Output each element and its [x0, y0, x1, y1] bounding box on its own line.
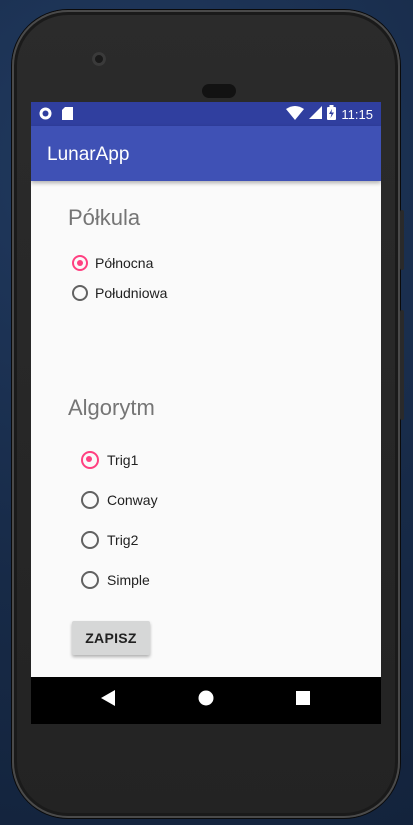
radio-trig1[interactable]: Trig1 [81, 451, 138, 469]
radio-label: Trig1 [107, 452, 139, 468]
radio-label: Północna [95, 255, 154, 271]
radio-label: Conway [107, 492, 158, 508]
radio-northern[interactable]: Północna [72, 255, 153, 271]
recents-button[interactable] [273, 677, 333, 724]
battery-icon [327, 105, 337, 123]
earpiece-speaker [202, 84, 236, 98]
home-icon [198, 690, 214, 711]
radio-button[interactable] [81, 571, 99, 589]
clock: 11:15 [341, 106, 373, 122]
algorithm-title: Algorytm [68, 395, 155, 420]
radio-trig2[interactable]: Trig2 [81, 531, 138, 549]
status-bar: 11:15 [31, 102, 381, 126]
back-button[interactable] [78, 677, 138, 724]
radio-button[interactable] [72, 285, 88, 301]
volume-button [400, 310, 404, 420]
app-title: LunarApp [47, 144, 130, 165]
radio-simple[interactable]: Simple [81, 571, 150, 589]
back-icon [101, 690, 115, 711]
radio-label: Południowa [95, 285, 168, 301]
power-button [400, 210, 404, 270]
wifi-icon [286, 105, 305, 123]
radio-button[interactable] [81, 491, 99, 509]
recents-icon [296, 691, 310, 710]
radio-conway[interactable]: Conway [81, 491, 158, 509]
record-icon [39, 107, 52, 125]
radio-button[interactable] [81, 451, 99, 469]
sd-card-icon [62, 107, 73, 125]
radio-button[interactable] [72, 255, 88, 271]
radio-southern[interactable]: Południowa [72, 285, 167, 301]
hemisphere-title: Półkula [68, 205, 141, 230]
phone-screen: 11:15 LunarApp Półkula Północna Południo… [31, 102, 381, 724]
home-button[interactable] [176, 677, 236, 724]
app-bar: LunarApp [31, 126, 381, 181]
radio-button[interactable] [81, 531, 99, 549]
radio-label: Trig2 [107, 532, 139, 548]
navigation-bar [31, 677, 381, 724]
front-camera [92, 52, 106, 66]
save-button[interactable]: ZAPISZ [72, 621, 150, 655]
cell-signal-icon [309, 106, 323, 122]
radio-label: Simple [107, 572, 150, 588]
